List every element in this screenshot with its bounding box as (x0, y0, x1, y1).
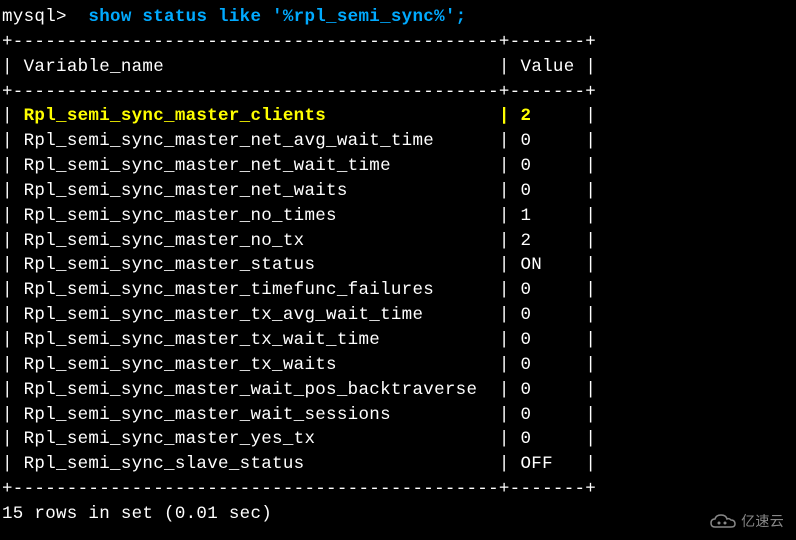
mysql-prompt: mysql> (2, 7, 88, 27)
table-row: | Rpl_semi_sync_master_net_waits | 0 | (2, 179, 794, 204)
value-cell: 0 (521, 181, 575, 201)
table-row: | Rpl_semi_sync_master_tx_waits | 0 | (2, 353, 794, 378)
value-cell: OFF (521, 454, 575, 474)
table-row: | Rpl_semi_sync_master_clients | 2 | (2, 104, 794, 129)
command-line[interactable]: mysql> show status like '%rpl_semi_sync%… (2, 5, 794, 30)
table-row: | Rpl_semi_sync_slave_status | OFF | (2, 452, 794, 477)
table-row: | Rpl_semi_sync_master_net_avg_wait_time… (2, 129, 794, 154)
table-row: | Rpl_semi_sync_master_tx_wait_time | 0 … (2, 328, 794, 353)
watermark-text: 亿速云 (741, 512, 784, 532)
variable-name-cell: Rpl_semi_sync_master_net_wait_time (24, 156, 488, 176)
table-row: | Rpl_semi_sync_master_wait_pos_backtrav… (2, 378, 794, 403)
variable-name-cell: Rpl_semi_sync_slave_status (24, 454, 488, 474)
value-cell: 2 (521, 231, 575, 251)
variable-name-cell: Rpl_semi_sync_master_tx_avg_wait_time (24, 305, 488, 325)
value-cell: 0 (521, 380, 575, 400)
variable-name-cell: Rpl_semi_sync_master_wait_pos_backtraver… (24, 380, 488, 400)
table-row: | Rpl_semi_sync_master_tx_avg_wait_time … (2, 303, 794, 328)
watermark: 亿速云 (709, 512, 784, 532)
value-cell: 2 (521, 106, 575, 126)
table-row: | Rpl_semi_sync_master_yes_tx | 0 | (2, 427, 794, 452)
value-cell: 0 (521, 305, 575, 325)
header-variable-name: Variable_name (24, 57, 164, 77)
variable-name-cell: Rpl_semi_sync_master_wait_sessions (24, 405, 488, 425)
table-row: | Rpl_semi_sync_master_no_tx | 2 | (2, 229, 794, 254)
variable-name-cell: Rpl_semi_sync_master_net_waits (24, 181, 488, 201)
value-cell: 0 (521, 330, 575, 350)
result-summary: 15 rows in set (0.01 sec) (2, 502, 794, 527)
variable-name-cell: Rpl_semi_sync_master_no_tx (24, 231, 488, 251)
variable-name-cell: Rpl_semi_sync_master_net_avg_wait_time (24, 131, 488, 151)
value-cell: 0 (521, 429, 575, 449)
variable-name-cell: Rpl_semi_sync_master_clients (24, 106, 488, 126)
table-row: | Rpl_semi_sync_master_status | ON | (2, 253, 794, 278)
sql-command: show status like '%rpl_semi_sync%'; (88, 7, 466, 27)
variable-name-cell: Rpl_semi_sync_master_tx_waits (24, 355, 488, 375)
value-cell: ON (521, 255, 575, 275)
value-cell: 0 (521, 280, 575, 300)
table-row: | Rpl_semi_sync_master_timefunc_failures… (2, 278, 794, 303)
table-separator-bottom: +---------------------------------------… (2, 477, 794, 502)
cloud-icon (709, 513, 737, 531)
variable-name-cell: Rpl_semi_sync_master_no_times (24, 206, 488, 226)
variable-name-cell: Rpl_semi_sync_master_yes_tx (24, 429, 488, 449)
value-cell: 0 (521, 355, 575, 375)
table-header-row: | Variable_name | Value | (2, 55, 794, 80)
variable-name-cell: Rpl_semi_sync_master_status (24, 255, 488, 275)
variable-name-cell: Rpl_semi_sync_master_timefunc_failures (24, 280, 488, 300)
table-separator-top: +---------------------------------------… (2, 30, 794, 55)
table-body: | Rpl_semi_sync_master_clients | 2 || Rp… (2, 104, 794, 477)
table-row: | Rpl_semi_sync_master_no_times | 1 | (2, 204, 794, 229)
value-cell: 1 (521, 206, 575, 226)
value-cell: 0 (521, 156, 575, 176)
value-cell: 0 (521, 131, 575, 151)
table-row: | Rpl_semi_sync_master_net_wait_time | 0… (2, 154, 794, 179)
table-separator-mid: +---------------------------------------… (2, 80, 794, 105)
variable-name-cell: Rpl_semi_sync_master_tx_wait_time (24, 330, 488, 350)
header-value: Value (521, 57, 575, 77)
value-cell: 0 (521, 405, 575, 425)
table-row: | Rpl_semi_sync_master_wait_sessions | 0… (2, 403, 794, 428)
